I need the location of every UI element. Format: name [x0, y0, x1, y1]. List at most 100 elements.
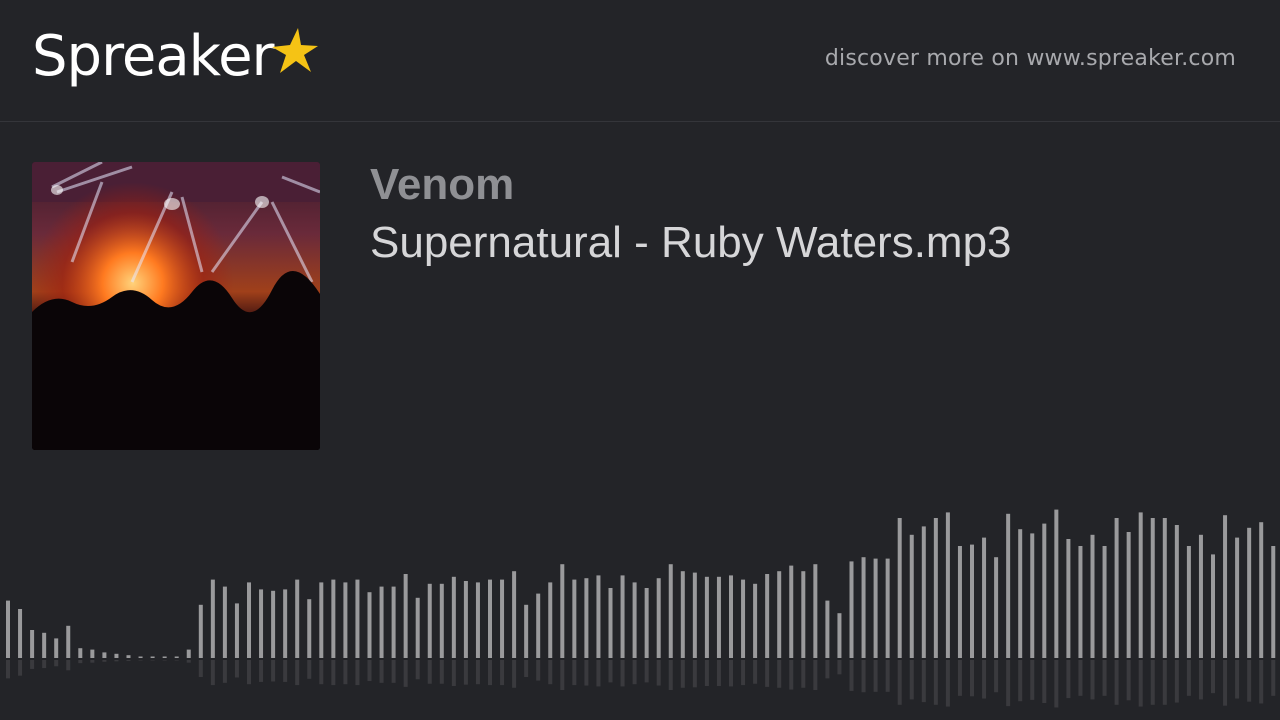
- waveform-bar: [536, 593, 541, 658]
- waveform-bar-reflection: [1271, 660, 1276, 696]
- waveform-bar: [656, 578, 661, 658]
- waveform-bar: [704, 576, 709, 658]
- waveform-bar-reflection: [1102, 660, 1107, 696]
- waveform-bar-reflection: [54, 660, 59, 667]
- waveform-bar: [560, 564, 565, 658]
- waveform-bar-reflection: [1150, 660, 1155, 705]
- waveform-bar-reflection: [885, 660, 890, 692]
- waveform-bar: [789, 565, 794, 658]
- waveform-bar: [500, 579, 505, 658]
- waveform-bar: [1259, 522, 1264, 658]
- waveform-bar-reflection: [271, 660, 276, 682]
- waveform-bar-reflection: [379, 660, 384, 683]
- waveform-bar-reflection: [259, 660, 264, 682]
- waveform-bar-reflection: [620, 660, 625, 687]
- waveform-bar: [247, 582, 251, 658]
- waveform-bar: [222, 586, 227, 658]
- waveform-bar-reflection: [668, 660, 673, 691]
- waveform-bar: [837, 613, 842, 658]
- episode-title[interactable]: Supernatural - Ruby Waters.mp3: [370, 218, 1012, 268]
- waveform-bar-reflection: [451, 660, 456, 686]
- waveform-bar-reflection: [1211, 660, 1215, 694]
- waveform-bar: [30, 630, 35, 658]
- waveform-bar: [692, 572, 697, 658]
- waveform-bar-reflection: [355, 660, 360, 686]
- waveform-bar: [90, 649, 95, 658]
- waveform-bar: [162, 656, 167, 658]
- waveform-bar-reflection: [114, 660, 119, 662]
- audio-waveform[interactable]: [0, 480, 1280, 720]
- waveform-bar: [741, 579, 746, 658]
- show-title[interactable]: Venom: [370, 160, 514, 210]
- waveform-bar-reflection: [90, 660, 95, 663]
- spreaker-logo[interactable]: Spreaker: [32, 22, 320, 102]
- waveform-bar-reflection: [126, 660, 131, 661]
- waveform-bar: [885, 558, 890, 658]
- logo-text: Spreaker: [32, 24, 275, 89]
- waveform-bar-reflection: [1259, 660, 1264, 704]
- waveform-bar: [138, 656, 143, 658]
- waveform-bar-reflection: [427, 660, 432, 684]
- waveform-bar-reflection: [584, 660, 589, 686]
- waveform-bar-reflection: [475, 660, 480, 685]
- waveform-bar: [234, 603, 239, 658]
- waveform-bar-reflection: [765, 660, 770, 687]
- waveform-bar-reflection: [1042, 660, 1047, 704]
- waveform-bar-reflection: [994, 660, 999, 693]
- waveform-bar-reflection: [837, 660, 842, 675]
- waveform-bar-reflection: [247, 660, 251, 685]
- waveform-bar-reflection: [861, 660, 866, 693]
- waveform-bar-reflection: [1174, 660, 1179, 703]
- waveform-bar: [102, 652, 107, 658]
- waveform-bar-reflection: [692, 660, 697, 688]
- waveform-bar: [415, 597, 420, 658]
- star-icon: [271, 28, 318, 73]
- waveform-bar: [42, 632, 47, 658]
- waveform-bar: [548, 582, 553, 658]
- waveform-bar-reflection: [415, 660, 420, 680]
- waveform-bar-reflection: [1247, 660, 1252, 702]
- episode-cover-image[interactable]: [32, 162, 320, 450]
- waveform-bar-reflection: [463, 660, 468, 685]
- waveform-bar-reflection: [331, 660, 336, 686]
- waveform-bar-reflection: [1078, 660, 1083, 696]
- waveform-bar-reflection: [319, 660, 324, 685]
- waveform-bar: [475, 582, 480, 658]
- waveform-bar-reflection: [825, 660, 830, 679]
- waveform-bar-reflection: [524, 660, 529, 678]
- waveform-bar: [355, 579, 360, 658]
- waveform-bar: [873, 558, 878, 658]
- waveform-bar: [1174, 525, 1179, 658]
- waveform-bar: [765, 574, 770, 658]
- waveform-bar-reflection: [982, 660, 987, 699]
- waveform-bar: [126, 655, 131, 658]
- waveform-bar: [524, 604, 529, 658]
- waveform-bar-reflection: [909, 660, 914, 700]
- waveform-bar: [271, 590, 276, 658]
- waveform-bar: [1090, 534, 1095, 658]
- waveform-bar: [716, 576, 721, 658]
- waveform-bar-reflection: [716, 660, 721, 686]
- waveform-bar: [1162, 518, 1167, 658]
- waveform-bar: [451, 576, 456, 658]
- waveform-bar-reflection: [1235, 660, 1240, 699]
- waveform-bar: [66, 625, 71, 658]
- waveform-bar: [1211, 554, 1215, 658]
- waveform-bar: [729, 575, 733, 658]
- waveform-bar-reflection: [680, 660, 685, 688]
- waveform-bar: [777, 571, 782, 658]
- waveform-bar-reflection: [608, 660, 613, 683]
- waveform-bar-reflection: [186, 660, 191, 663]
- waveform-bar-reflection: [1186, 660, 1191, 696]
- waveform-bar-reflection: [403, 660, 408, 687]
- waveform-bar-reflection: [897, 660, 902, 705]
- waveform-bar: [897, 518, 902, 658]
- discover-link[interactable]: discover more on www.spreaker.com: [825, 46, 1236, 71]
- waveform-bar: [596, 575, 601, 658]
- waveform-bar-reflection: [777, 660, 782, 688]
- waveform-bar-reflection: [488, 660, 492, 686]
- waveform-bar: [813, 564, 818, 658]
- waveform-bar: [379, 586, 384, 658]
- waveform-bar-reflection: [873, 660, 878, 692]
- waveform-bar: [584, 578, 589, 658]
